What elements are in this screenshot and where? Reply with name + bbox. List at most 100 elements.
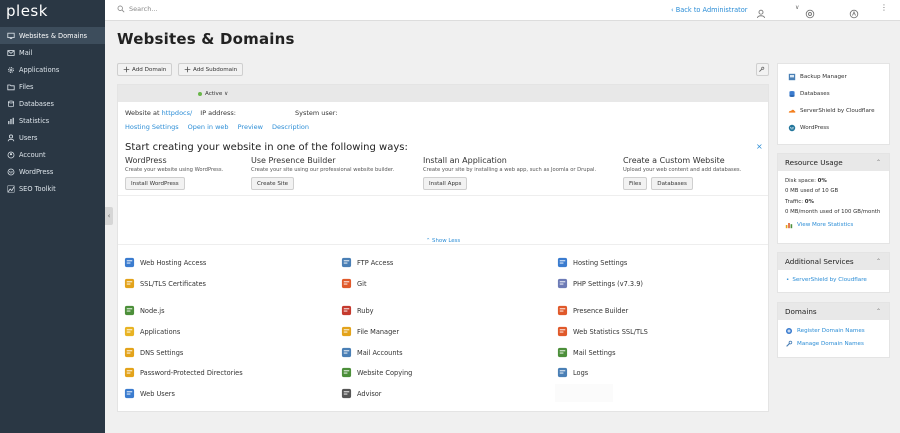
additional-services-panel: Additional Services ⌃ • ServerShield by … — [777, 252, 890, 293]
sidebar-item-statistics[interactable]: Statistics — [0, 112, 105, 129]
tool-ruby[interactable]: Ruby — [341, 305, 374, 316]
divider — [118, 244, 768, 245]
applications-icon — [124, 326, 135, 337]
tool-web-hosting-access[interactable]: Web Hosting Access — [124, 257, 206, 268]
hosting-settings-link[interactable]: Hosting Settings — [125, 123, 179, 131]
add-subdomain-button[interactable]: Add Subdomain — [178, 63, 244, 76]
user-menu-icon[interactable] — [756, 4, 766, 23]
domains-header[interactable]: Domains ⌃ — [778, 303, 889, 320]
tool-advisor[interactable]: Advisor — [341, 388, 382, 399]
register-domain-names-link[interactable]: Register Domain Names — [785, 327, 889, 335]
tool-presence-builder[interactable]: Presence Builder — [557, 305, 628, 316]
tool-git[interactable]: Git — [341, 278, 367, 289]
databases-button[interactable]: Databases — [651, 177, 693, 190]
chevron-up-icon[interactable]: ⌃ — [876, 258, 881, 265]
git-icon — [341, 278, 352, 289]
databases-link[interactable]: Databases — [788, 90, 830, 98]
httpdocs-link[interactable]: httpdocs/ — [162, 109, 193, 117]
preview-link[interactable]: Preview — [238, 123, 263, 131]
start-creating-title: Start creating your website in one of th… — [125, 142, 408, 153]
account-icon — [6, 150, 15, 159]
register-domain-names-label: Register Domain Names — [797, 328, 865, 334]
close-icon[interactable]: × — [756, 142, 763, 151]
search-input[interactable]: Search... — [117, 5, 158, 13]
sidebar-item-websites-domains[interactable]: Websites & Domains — [0, 27, 105, 44]
sidebar-item-applications[interactable]: Applications — [0, 61, 105, 78]
additional-services-header[interactable]: Additional Services ⌃ — [778, 253, 889, 270]
tool-php[interactable]: PHP Settings (v7.3.9) — [557, 278, 643, 289]
start-option-wordpress: WordPress Create your website using Word… — [125, 156, 223, 190]
lock-icon — [124, 278, 135, 289]
tool-lock[interactable]: SSL/TLS Certificates — [124, 278, 206, 289]
tool-mail-accounts[interactable]: Mail Accounts — [341, 347, 403, 358]
back-to-administrator-link[interactable]: ‹ Back to Administrator — [671, 6, 748, 14]
resource-usage-title: Resource Usage — [785, 158, 843, 167]
tool-label: Applications — [140, 327, 181, 336]
chevron-up-icon[interactable]: ⌃ — [876, 159, 881, 166]
sidebar-item-databases[interactable]: Databases — [0, 95, 105, 112]
option-desc: Upload your web content and add database… — [623, 167, 742, 173]
tool-label: Web Users — [140, 389, 175, 398]
sidebar-item-account[interactable]: Account — [0, 146, 105, 163]
wordpress-link[interactable]: W WordPress — [788, 124, 829, 132]
view-more-statistics-link[interactable]: View More Statistics — [785, 221, 889, 229]
tool-label: Web Statistics SSL/TLS — [573, 327, 648, 336]
install-apps-button[interactable]: Install Apps — [423, 177, 468, 190]
add-domain-icon — [123, 66, 130, 73]
sidebar-item-seo-toolkit[interactable]: SEO Toolkit — [0, 180, 105, 197]
tool-website-copying[interactable]: Website Copying — [341, 367, 412, 378]
sidebar-item-wordpress[interactable]: W WordPress — [0, 163, 105, 180]
hosting-settings-icon — [557, 257, 568, 268]
tool-nodejs[interactable]: Node.js — [124, 305, 165, 316]
tool-dns[interactable]: DNS Settings — [124, 347, 183, 358]
wordpress-icon: W — [788, 124, 796, 132]
tool-label: SSL/TLS Certificates — [140, 279, 206, 288]
sidebar-item-mail[interactable]: Mail — [0, 44, 105, 61]
more-options-icon[interactable]: ⋮ — [880, 3, 888, 12]
tool-label: FTP Access — [357, 258, 394, 267]
tool-hosting-settings[interactable]: Hosting Settings — [557, 257, 627, 268]
tool-file-manager[interactable]: File Manager — [341, 326, 399, 337]
install-wordpress-button[interactable]: Install WordPress — [125, 177, 185, 190]
files-button[interactable]: Files — [623, 177, 648, 190]
notifications-icon[interactable] — [849, 4, 859, 23]
divider — [118, 195, 768, 196]
sidebar-item-files[interactable]: Files — [0, 78, 105, 95]
tool-mail-settings[interactable]: Mail Settings — [557, 347, 616, 358]
description-link[interactable]: Description — [272, 123, 309, 131]
open-in-web-link[interactable]: Open in web — [188, 123, 229, 131]
servershield-service-link[interactable]: • ServerShield by Cloudflare — [786, 277, 889, 283]
sidebar-collapse-button[interactable]: ‹ — [105, 207, 113, 225]
manage-domain-names-link[interactable]: Manage Domain Names — [785, 340, 889, 348]
add-domain-button[interactable]: Add Domain — [117, 63, 173, 76]
tool-web-statistics[interactable]: Web Statistics SSL/TLS — [557, 326, 648, 337]
advisor-icon — [341, 388, 352, 399]
chevron-down-icon[interactable]: ∨ — [795, 4, 799, 11]
domain-panel: Active ∨ Website at httpdocs/ IP address… — [117, 84, 769, 412]
chevron-up-icon[interactable]: ⌃ — [876, 308, 881, 315]
register-domain-icon — [785, 327, 793, 335]
help-icon[interactable] — [805, 4, 815, 23]
disk-space-row: Disk space: 0% — [785, 178, 827, 184]
tool-web-users[interactable]: Web Users — [124, 388, 175, 399]
plesk-logo[interactable]: plesk — [6, 2, 48, 20]
tool-applications[interactable]: Applications — [124, 326, 180, 337]
status-badge[interactable]: Active ∨ — [205, 91, 228, 97]
nodejs-icon — [124, 305, 135, 316]
active-status-dot — [198, 91, 202, 96]
tool-password-dirs[interactable]: Password-Protected Directories — [124, 367, 243, 378]
sidebar-item-label: Files — [19, 82, 34, 91]
tool-ftp[interactable]: FTP Access — [341, 257, 393, 268]
settings-wrench-button[interactable] — [756, 63, 769, 76]
resource-usage-header[interactable]: Resource Usage ⌃ — [778, 154, 889, 171]
additional-services-title: Additional Services — [785, 257, 854, 266]
sidebar-item-users[interactable]: Users — [0, 129, 105, 146]
sidebar-item-label: Applications — [19, 65, 60, 74]
tool-logs[interactable]: Logs — [557, 367, 588, 378]
wrench-icon — [759, 66, 765, 72]
mail-settings-icon — [557, 347, 568, 358]
backup-manager-link[interactable]: Backup Manager — [788, 73, 847, 81]
create-site-button[interactable]: Create Site — [251, 177, 295, 190]
option-title: Install an Application — [423, 156, 507, 165]
servershield-link[interactable]: ServerShield by Cloudflare — [788, 107, 875, 115]
